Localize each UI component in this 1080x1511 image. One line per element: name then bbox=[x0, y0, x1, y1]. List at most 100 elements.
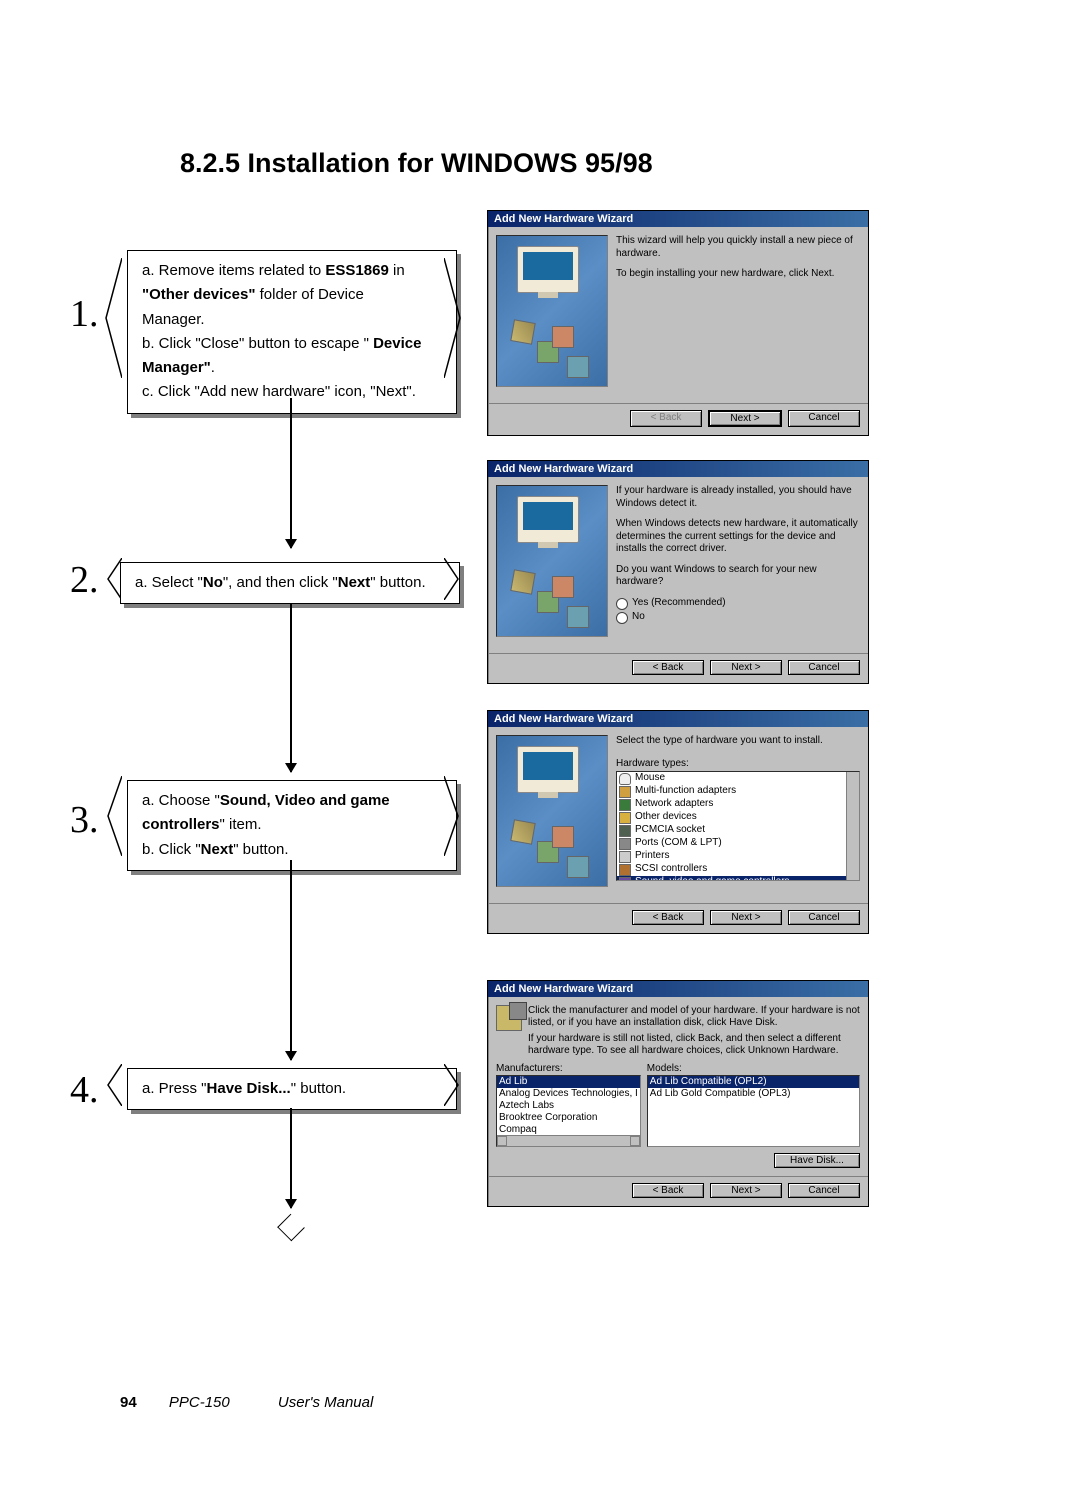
hardware-type-item[interactable]: Mouse bbox=[617, 772, 859, 785]
manufacturer-item[interactable]: Analog Devices Technologies, I bbox=[497, 1088, 640, 1100]
arrow-3-4 bbox=[290, 860, 292, 1060]
list-item-label: Sound, video and game controllers bbox=[635, 876, 790, 881]
next-button[interactable]: Next > bbox=[710, 660, 782, 675]
back-button[interactable]: < Back bbox=[632, 910, 704, 925]
wizard-graphic bbox=[496, 735, 608, 887]
manufacturers-label: Manufacturers: bbox=[496, 1063, 641, 1074]
back-button[interactable]: < Back bbox=[632, 660, 704, 675]
wizard-2-text-2: When Windows detects new hardware, it au… bbox=[616, 518, 860, 556]
hardware-types-list[interactable]: MouseMulti-function adaptersNetwork adap… bbox=[616, 771, 860, 881]
models-list[interactable]: Ad Lib Compatible (OPL2)Ad Lib Gold Comp… bbox=[647, 1075, 860, 1147]
bracket-right-3 bbox=[444, 776, 464, 856]
cancel-button[interactable]: Cancel bbox=[788, 910, 860, 925]
wizard-3-text-1: Select the type of hardware you want to … bbox=[616, 735, 860, 748]
wizard-graphic bbox=[496, 235, 608, 387]
back-button[interactable]: < Back bbox=[632, 1183, 704, 1198]
sound-icon bbox=[619, 877, 631, 882]
list-item-label: PCMCIA socket bbox=[635, 824, 705, 837]
radio-yes[interactable]: Yes (Recommended) bbox=[616, 597, 860, 610]
have-disk-button[interactable]: Have Disk... bbox=[774, 1153, 860, 1168]
other-icon bbox=[619, 812, 631, 824]
mouse-icon bbox=[619, 773, 631, 785]
step-number-3: 3. bbox=[70, 798, 99, 842]
manual-page: 8.2.5 Installation for WINDOWS 95/98 1. … bbox=[0, 0, 1080, 1511]
arrow-2-3 bbox=[290, 604, 292, 772]
scrollbar[interactable] bbox=[846, 772, 859, 880]
cancel-button[interactable]: Cancel bbox=[788, 660, 860, 675]
hardware-type-item[interactable]: Network adapters bbox=[617, 798, 859, 811]
scsi-icon bbox=[619, 864, 631, 876]
arrow-1-2 bbox=[290, 398, 292, 548]
cancel-button[interactable]: Cancel bbox=[788, 410, 860, 427]
wizard-2-text-3: Do you want Windows to search for your n… bbox=[616, 564, 860, 589]
list-item-label: Network adapters bbox=[635, 798, 713, 811]
printer-icon bbox=[619, 851, 631, 863]
page-number: 94 bbox=[120, 1394, 137, 1411]
manufacturer-item[interactable]: Brooktree Corporation bbox=[497, 1112, 640, 1124]
next-button[interactable]: Next > bbox=[710, 910, 782, 925]
page-footer: 94 PPC-150 User's Manual bbox=[120, 1394, 373, 1411]
hardware-type-item[interactable]: SCSI controllers bbox=[617, 863, 859, 876]
model-item[interactable]: Ad Lib Gold Compatible (OPL3) bbox=[648, 1088, 859, 1100]
list-item-label: SCSI controllers bbox=[635, 863, 707, 876]
bracket-left-3 bbox=[102, 776, 122, 856]
wizard-2-text-1: If your hardware is already installed, y… bbox=[616, 485, 860, 510]
port-icon bbox=[619, 838, 631, 850]
model-name: PPC-150 bbox=[169, 1394, 230, 1411]
manufacturer-item[interactable]: Aztech Labs bbox=[497, 1100, 640, 1112]
back-button[interactable]: < Back bbox=[630, 410, 702, 427]
wizard-4-title: Add New Hardware Wizard bbox=[488, 981, 868, 997]
multi-icon bbox=[619, 786, 631, 798]
hardware-type-item[interactable]: Ports (COM & LPT) bbox=[617, 837, 859, 850]
wizard-2: Add New Hardware Wizard If your hardware… bbox=[487, 460, 869, 684]
bracket-right-1 bbox=[444, 258, 464, 378]
wizard-3: Add New Hardware Wizard Select the type … bbox=[487, 710, 869, 934]
wizard-1-text-2: To begin installing your new hardware, c… bbox=[616, 268, 860, 281]
wizard-graphic bbox=[496, 485, 608, 637]
hardware-type-item[interactable]: Sound, video and game controllers bbox=[617, 876, 859, 881]
wizard-4-text-2: If your hardware is still not listed, cl… bbox=[528, 1033, 860, 1057]
model-item[interactable]: Ad Lib Compatible (OPL2) bbox=[648, 1076, 859, 1088]
bracket-left-2 bbox=[102, 558, 122, 600]
net-icon bbox=[619, 799, 631, 811]
wizard-4-text-1: Click the manufacturer and model of your… bbox=[528, 1005, 860, 1029]
manufacturer-item[interactable]: Ad Lib bbox=[497, 1076, 640, 1088]
wizard-1: Add New Hardware Wizard This wizard will… bbox=[487, 210, 869, 436]
continuation-indicator bbox=[277, 1214, 305, 1242]
manual-name: User's Manual bbox=[278, 1394, 373, 1411]
step-number-4: 4. bbox=[70, 1068, 99, 1112]
callout-step-2: a. Select "No", and then click "Next" bu… bbox=[120, 562, 460, 604]
manufacturers-list[interactable]: Ad LibAnalog Devices Technologies, IAzte… bbox=[496, 1075, 641, 1147]
wizard-3-title: Add New Hardware Wizard bbox=[488, 711, 868, 727]
disk-icon bbox=[496, 1005, 522, 1031]
next-button[interactable]: Next > bbox=[708, 410, 782, 427]
wizard-4: Add New Hardware Wizard Click the manufa… bbox=[487, 980, 869, 1207]
wizard-2-title: Add New Hardware Wizard bbox=[488, 461, 868, 477]
models-label: Models: bbox=[647, 1063, 860, 1074]
scrollbar-h[interactable] bbox=[497, 1135, 640, 1146]
hardware-type-item[interactable]: Multi-function adapters bbox=[617, 785, 859, 798]
list-item-label: Other devices bbox=[635, 811, 697, 824]
wizard-1-text-1: This wizard will help you quickly instal… bbox=[616, 235, 860, 260]
radio-no[interactable]: No bbox=[616, 611, 860, 624]
list-item-label: Ports (COM & LPT) bbox=[635, 837, 722, 850]
hardware-types-label: Hardware types: bbox=[616, 758, 860, 771]
callout-step-4: a. Press "Have Disk..." button. bbox=[127, 1068, 457, 1110]
bracket-right-4 bbox=[444, 1064, 464, 1106]
callout-step-1: a. Remove items related to ESS1869 in "O… bbox=[127, 250, 457, 414]
list-item-label: Printers bbox=[635, 850, 669, 863]
callout-step-3: a. Choose "Sound, Video and game control… bbox=[127, 780, 457, 871]
step-number-1: 1. bbox=[70, 292, 99, 336]
bracket-left-1 bbox=[102, 258, 122, 378]
pcmcia-icon bbox=[619, 825, 631, 837]
hardware-type-item[interactable]: Other devices bbox=[617, 811, 859, 824]
list-item-label: Multi-function adapters bbox=[635, 785, 736, 798]
next-button[interactable]: Next > bbox=[710, 1183, 782, 1198]
step-number-2: 2. bbox=[70, 558, 99, 602]
wizard-1-title: Add New Hardware Wizard bbox=[488, 211, 868, 227]
hardware-type-item[interactable]: Printers bbox=[617, 850, 859, 863]
cancel-button[interactable]: Cancel bbox=[788, 1183, 860, 1198]
section-heading: 8.2.5 Installation for WINDOWS 95/98 bbox=[180, 148, 653, 179]
hardware-type-item[interactable]: PCMCIA socket bbox=[617, 824, 859, 837]
bracket-left-4 bbox=[102, 1064, 122, 1106]
